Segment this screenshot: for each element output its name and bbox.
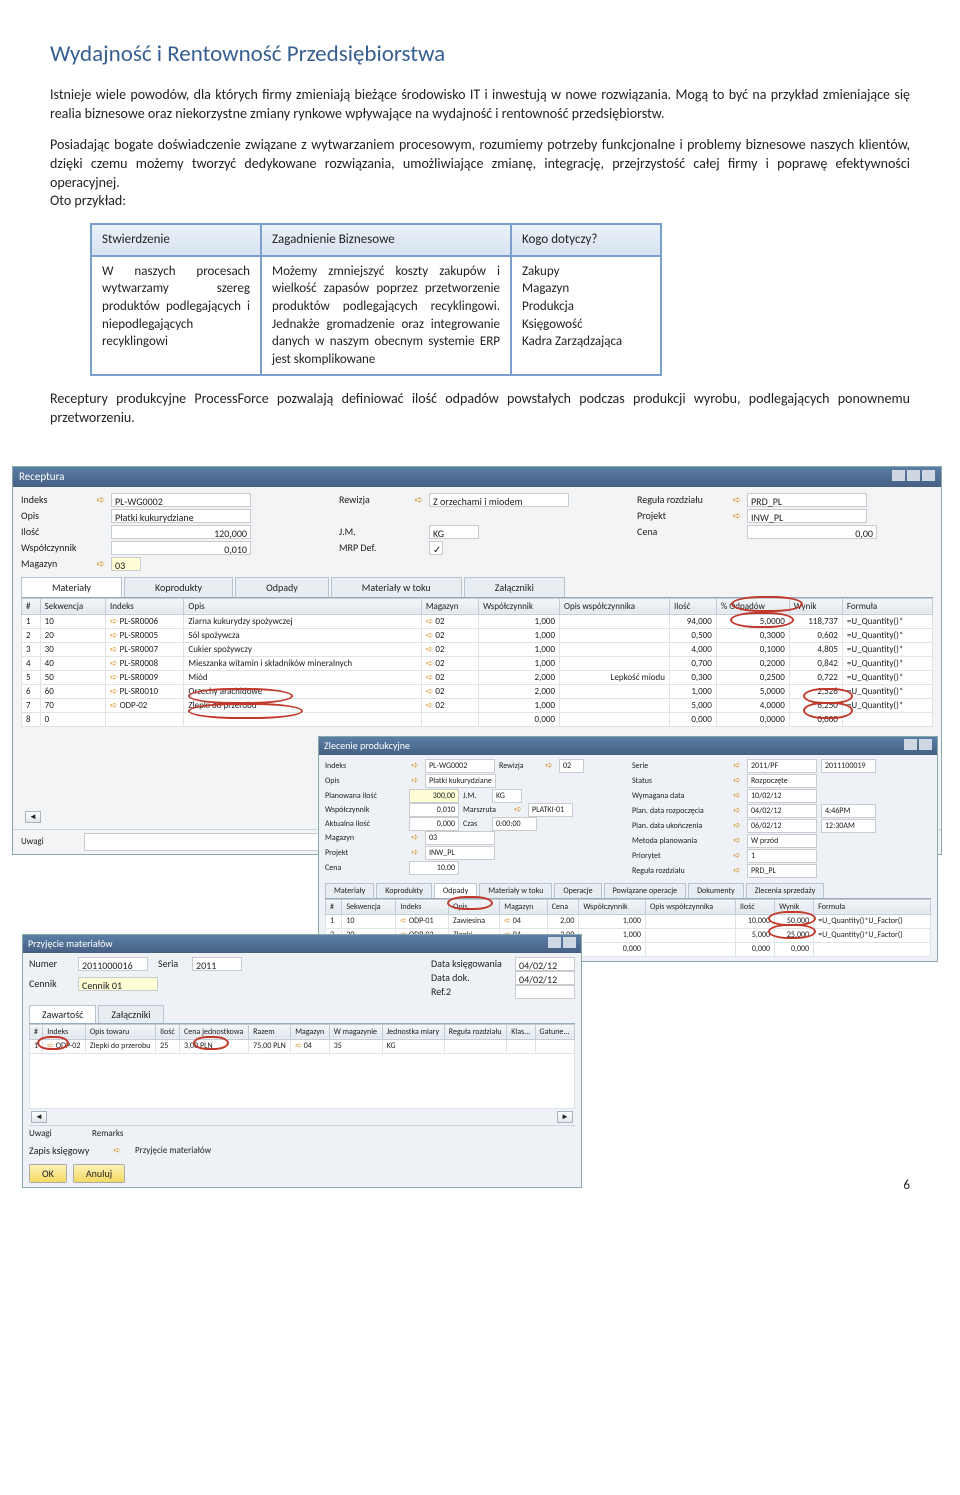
receptura-grid[interactable]: #SekwencjaIndeksOpisMagazynWspółczynnikO…: [21, 598, 933, 727]
indeks-label: Indeks: [21, 493, 91, 506]
rewizja-label: Rewizja: [339, 493, 409, 506]
dataks-field[interactable]: 04/02/12: [515, 957, 575, 971]
maximize-icon[interactable]: [907, 470, 920, 481]
intro-p2: Posiadając bogate doświadczenie związane…: [50, 136, 910, 212]
tab-odpady[interactable]: Odpady: [235, 577, 329, 597]
tab-3[interactable]: Materiały w toku: [479, 883, 552, 898]
tab-zalaczniki[interactable]: Załączniki: [464, 577, 565, 597]
arrow-icon[interactable]: ➪: [731, 509, 743, 522]
seria-field[interactable]: 2011: [192, 957, 242, 971]
close-icon[interactable]: [563, 937, 576, 948]
remarks-field[interactable]: Remarks: [92, 1128, 172, 1139]
scroll-right-icon[interactable]: ►: [557, 1111, 573, 1123]
page-title: Wydajność i Rentowność Przedsiębiorstwa: [50, 40, 910, 68]
datadok-label: Data dok.: [431, 971, 511, 984]
biz-h2: Zagadnienie Biznesowe: [261, 224, 511, 256]
ilosc-label: Ilość: [21, 525, 91, 538]
tab-zalaczniki[interactable]: Załączniki: [98, 1005, 163, 1023]
przyjecie-link[interactable]: Przyjęcie materiałów: [135, 1145, 211, 1156]
cena-label: Cena: [637, 525, 727, 538]
arrow-icon[interactable]: ➪: [413, 493, 425, 506]
przyjecie-window: Przyjęcie materiałów Numer 2011000016 Ser…: [22, 934, 582, 1188]
ok-button[interactable]: OK: [29, 1164, 67, 1183]
tab-0[interactable]: Materiały: [325, 883, 374, 898]
tab-zawartosc[interactable]: Zawartość: [29, 1005, 96, 1023]
biz-c3: Zakupy Magazyn Produkcja Księgowość Kadr…: [511, 256, 661, 375]
tab-koprodukty[interactable]: Koprodukty: [124, 577, 233, 597]
intro-p1: Istnieje wiele powodów, dla których firm…: [50, 86, 910, 124]
arrow-icon[interactable]: ➪: [95, 557, 107, 570]
biz-c1: W naszych procesach wytwarzamy szereg pr…: [91, 256, 261, 375]
tab-4[interactable]: Operacje: [554, 883, 601, 898]
tab-1[interactable]: Koprodukty: [376, 883, 432, 898]
arrow-icon[interactable]: ➪: [95, 493, 107, 506]
tab-5[interactable]: Powiązane operacje: [604, 883, 687, 898]
opis-label: Opis: [21, 509, 91, 522]
tab-7[interactable]: Zlecenia sprzedaży: [746, 883, 824, 898]
tab-2[interactable]: Odpady: [434, 883, 477, 898]
cennik-label: Cennik: [29, 977, 74, 990]
zlecenie-titlebar[interactable]: Zlecenie produkcyjne: [319, 737, 937, 755]
magazyn-label: Magazyn: [21, 557, 91, 570]
wspol-label: Współczynnik: [21, 541, 91, 554]
zapis-label: Zapis księgowy: [29, 1144, 99, 1157]
uwagi-label: Uwagi: [29, 1128, 84, 1139]
opis-field[interactable]: Płatki kukurydziane: [111, 509, 251, 523]
tab-6[interactable]: Dokumenty: [688, 883, 744, 898]
datadok-field[interactable]: 04/02/12: [515, 971, 575, 985]
biz-h1: Stwierdzenie: [91, 224, 261, 256]
przyjecie-grid[interactable]: #IndeksOpis towaruIlośćCena jednostkowaR…: [29, 1024, 575, 1054]
rewizja-field[interactable]: Z orzechami i miodem: [429, 493, 569, 507]
dataks-label: Data księgowania: [431, 957, 511, 970]
receptura-tabs: Materiały Koprodukty Odpady Materiały w …: [21, 577, 933, 598]
biz-c2: Możemy zmniejszyć koszty zakupów i wielk…: [261, 256, 511, 375]
numer-label: Numer: [29, 957, 74, 970]
indeks-field[interactable]: PL-WG0002: [111, 493, 251, 507]
zlecenie-window: Zlecenie produkcyjne Indeks➪PL-WG0002 Re…: [318, 736, 938, 962]
zlecenie-tabs: MateriałyKoproduktyOdpadyMateriały w tok…: [325, 883, 931, 899]
ref-field[interactable]: [515, 985, 575, 999]
numer-field[interactable]: 2011000016: [78, 957, 148, 971]
minimize-icon[interactable]: [892, 470, 905, 481]
arrow-icon[interactable]: ➪: [731, 493, 743, 506]
magazyn-field[interactable]: 03: [111, 557, 141, 571]
tab-materialy[interactable]: Materiały: [21, 577, 122, 597]
wspol-field[interactable]: 0,010: [111, 541, 251, 555]
projekt-label: Projekt: [637, 509, 727, 522]
minimize-icon[interactable]: [904, 739, 917, 750]
scroll-left-icon[interactable]: ◄: [25, 811, 41, 823]
przyjecie-title: Przyjęcie materiałów: [28, 937, 113, 951]
arrow-icon[interactable]: ➪: [111, 1145, 123, 1156]
jm-field[interactable]: KG: [429, 525, 479, 539]
intro-p3: Receptury produkcyjne ProcessForce pozwa…: [50, 390, 910, 428]
scroll-left-icon[interactable]: ◄: [31, 1111, 47, 1123]
close-icon[interactable]: [919, 739, 932, 750]
cena-field[interactable]: 0,00: [747, 525, 877, 539]
mrp-checkbox[interactable]: ✓: [429, 541, 443, 555]
zlecenie-title: Zlecenie produkcyjne: [324, 739, 410, 753]
projekt-field[interactable]: INW_PL: [747, 509, 867, 523]
mrp-label: MRP Def.: [339, 541, 409, 554]
uwagi-label: Uwagi: [21, 836, 76, 847]
tab-materialy-w-toku[interactable]: Materiały w toku: [331, 577, 462, 597]
regula-label: Reguła rozdziału: [637, 493, 727, 506]
receptura-titlebar[interactable]: Receptura: [13, 467, 941, 487]
biz-h3: Kogo dotyczy?: [511, 224, 661, 256]
cennik-field[interactable]: Cennik 01: [78, 977, 158, 991]
seria-label: Seria: [158, 957, 188, 970]
ilosc-field[interactable]: 120,000: [111, 525, 251, 539]
regula-field[interactable]: PRD_PL: [747, 493, 867, 507]
anuluj-button[interactable]: Anuluj: [73, 1164, 125, 1183]
close-icon[interactable]: [922, 470, 935, 481]
jm-label: J.M.: [339, 525, 409, 538]
business-table: Stwierdzenie Zagadnienie Biznesowe Kogo …: [90, 223, 662, 376]
receptura-title: Receptura: [19, 470, 64, 484]
minimize-icon[interactable]: [548, 937, 561, 948]
window-controls[interactable]: [890, 470, 935, 484]
ref-label: Ref.2: [431, 985, 511, 998]
przyjecie-titlebar[interactable]: Przyjęcie materiałów: [23, 935, 581, 953]
